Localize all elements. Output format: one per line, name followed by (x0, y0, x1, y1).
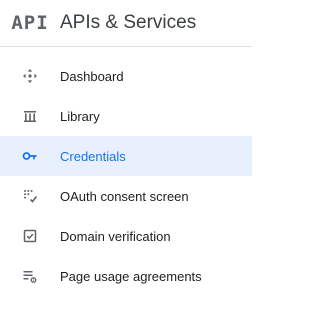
sidebar-item-label: Domain verification (60, 228, 171, 244)
sidebar-item-label: OAuth consent screen (60, 188, 189, 204)
sidebar-item-label: Page usage agreements (60, 268, 202, 284)
sidebar-item-dashboard[interactable]: Dashboard (0, 56, 252, 96)
page-title: APIs & Services (60, 12, 197, 33)
sidebar-item-credentials[interactable]: Credentials (0, 136, 252, 176)
domain-verification-icon (0, 228, 60, 244)
sidebar-item-label: Library (60, 108, 100, 124)
api-logo: API (11, 12, 49, 34)
sidebar-item-page-usage-agreements[interactable]: Page usage agreements (0, 256, 252, 296)
dashboard-icon (0, 68, 60, 84)
settings-list-icon (0, 268, 60, 284)
sidebar-item-oauth-consent-screen[interactable]: OAuth consent screen (0, 176, 252, 216)
sidebar-nav: Dashboard Library Credentials OAuth cons… (0, 47, 252, 296)
sidebar-item-label: Credentials (60, 148, 126, 164)
oauth-consent-icon (0, 188, 60, 204)
key-icon (0, 148, 60, 164)
library-icon (0, 108, 60, 124)
sidebar-header: API APIs & Services (0, 0, 252, 47)
sidebar: API APIs & Services Dashboard Library Cr… (0, 0, 252, 325)
sidebar-item-label: Dashboard (60, 68, 124, 84)
sidebar-item-domain-verification[interactable]: Domain verification (0, 216, 252, 256)
sidebar-item-library[interactable]: Library (0, 96, 252, 136)
